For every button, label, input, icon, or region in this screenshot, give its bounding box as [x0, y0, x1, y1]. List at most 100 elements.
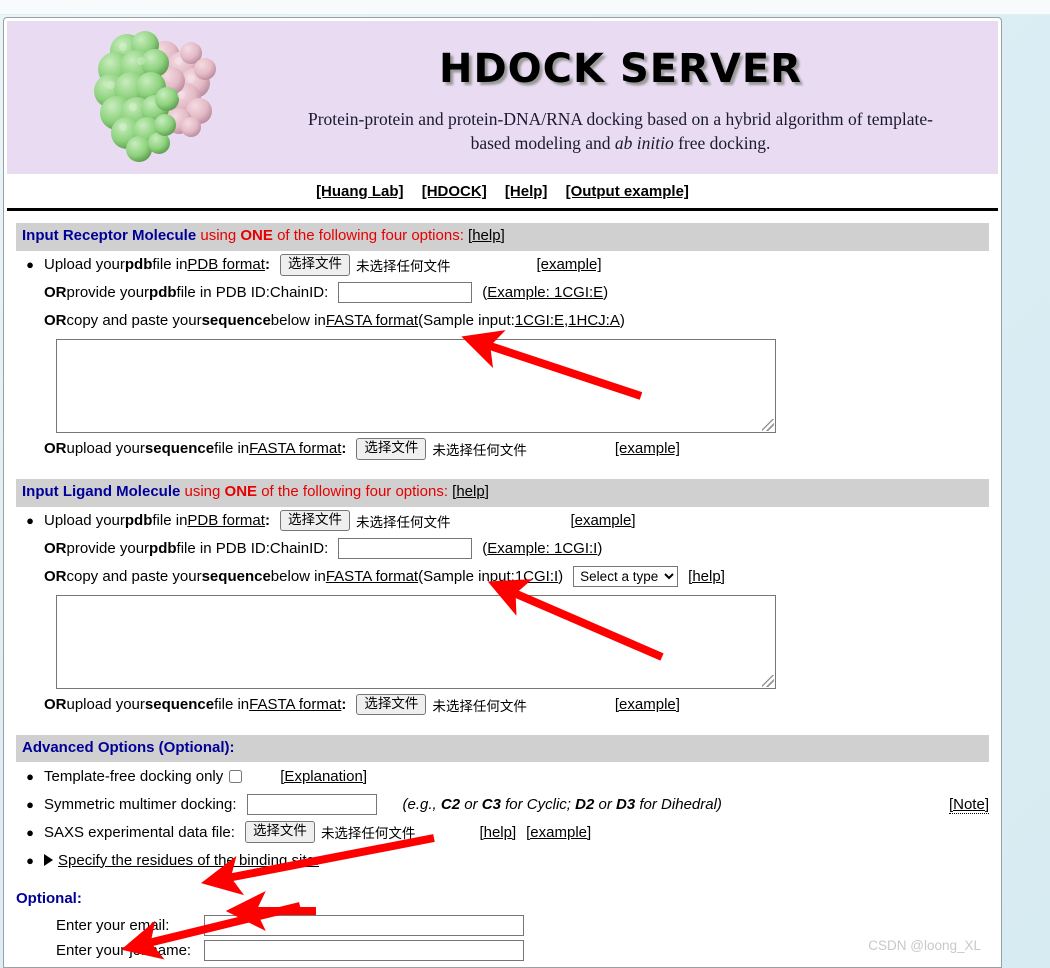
symmetric-hint-or2: or — [594, 795, 617, 813]
site-header-banner: HDOCK SERVER Protein-protein and protein… — [7, 21, 998, 174]
nav-link-help[interactable]: [Help] — [505, 183, 548, 200]
receptor-upseq-pre: upload your — [66, 440, 145, 458]
subtitle-italic: ab initio — [614, 132, 674, 153]
receptor-sample-1cgi-e-link[interactable]: 1CGI:E — [515, 312, 564, 329]
jobname-input[interactable] — [204, 940, 524, 962]
receptor-seq-pre: copy and paste your — [66, 312, 202, 330]
symmetric-note-label: [Note] — [948, 795, 989, 814]
ligand-upload-pdb-row: ● Upload your pdb file in PDB format: 选择… — [16, 507, 989, 535]
symmetric-multimer-label: Symmetric multimer docking: — [44, 795, 237, 813]
ligand-help-link[interactable]: [help] — [452, 483, 489, 500]
saxs-help-label: [help] — [479, 823, 517, 841]
template-free-checkbox[interactable] — [229, 769, 243, 783]
ligand-upseq-or: OR — [44, 696, 67, 713]
ligand-seq-bold: sequence — [201, 568, 271, 585]
nav-link-hdock[interactable]: [HDOCK] — [422, 183, 487, 200]
saxs-label: SAXS experimental data file: — [44, 823, 235, 841]
receptor-upload-colon: : — [264, 256, 270, 274]
binding-site-link[interactable]: Specify the residues of the binding site… — [58, 852, 319, 869]
receptor-help-link[interactable]: [help] — [468, 227, 505, 244]
symmetric-note-link[interactable]: [Note] — [948, 795, 989, 814]
symmetric-hint-c3: C3 — [481, 795, 501, 813]
symmetric-hint-d2: D2 — [575, 795, 595, 813]
saxs-choose-file-button[interactable]: 选择文件 — [244, 821, 315, 844]
receptor-pdb-choose-file-button[interactable]: 选择文件 — [279, 253, 350, 276]
receptor-upseq-colon: : — [341, 440, 347, 458]
ligand-type-help-link[interactable]: [help] — [688, 568, 725, 585]
saxs-help-link[interactable]: [help] — [479, 824, 516, 841]
ligand-pdb-choose-file-button[interactable]: 选择文件 — [279, 509, 350, 532]
jobname-row: Enter your jobname: — [56, 938, 1001, 963]
receptor-pdbid-example-label: Example: 1CGI:E — [487, 284, 604, 302]
ligand-sequence-file-status: 未选择任何文件 — [432, 698, 527, 715]
ligand-upseq-bold: sequence — [144, 696, 215, 713]
page-content-box: HDOCK SERVER Protein-protein and protein… — [3, 17, 1002, 968]
ligand-fasta-format-link[interactable]: FASTA format — [326, 568, 418, 585]
ligand-sequence-example-label: [example] — [614, 696, 680, 713]
receptor-pdbid-mid: file in PDB ID:ChainID: — [176, 284, 329, 302]
ligand-pdbid-input[interactable] — [338, 538, 473, 559]
ligand-seqfile-fasta-link[interactable]: FASTA format — [249, 696, 341, 713]
ligand-sequence-textarea[interactable] — [56, 594, 776, 689]
ligand-sequence-choose-file-button[interactable]: 选择文件 — [356, 693, 427, 716]
receptor-pdbid-row: OR provide your pdb file in PDB ID:Chain… — [16, 279, 989, 307]
symmetric-hint: (e.g., C2 or C3 for Cyclic; D2 or D3 for… — [403, 796, 722, 813]
receptor-pdbid-input[interactable] — [338, 282, 473, 304]
ligand-seq-sample: (Sample input: — [418, 568, 515, 585]
nav-link-huang-lab-label: [Huang Lab] — [316, 183, 404, 200]
ligand-help-link-label: help — [456, 482, 485, 500]
receptor-fasta-format-label: FASTA format — [325, 312, 419, 330]
receptor-sample-1hcj-a-link[interactable]: 1HCJ:A — [568, 312, 620, 329]
receptor-upload-pdb-row: ● Upload your pdb file in PDB format: 选择… — [16, 251, 989, 279]
resize-grip-icon[interactable] — [762, 418, 774, 431]
subtitle-part-2: free docking. — [673, 132, 771, 153]
ligand-sample-1cgi-i-link[interactable]: 1CGI:I — [515, 568, 558, 585]
ligand-type-select[interactable]: Select a type — [573, 566, 679, 587]
receptor-fasta-format-link[interactable]: FASTA format — [326, 312, 418, 329]
ligand-pdb-example-link[interactable]: [example] — [570, 512, 635, 529]
page-root: HDOCK SERVER Protein-protein and protein… — [0, 0, 1050, 968]
receptor-sequence-textarea[interactable] — [56, 338, 776, 433]
receptor-upload-seq-rows: OR upload your sequence file in FASTA fo… — [16, 435, 989, 463]
template-free-explanation-link[interactable]: [Explanation] — [280, 768, 367, 785]
ligand-section-header: Input Ligand Molecule using ONE of the f… — [16, 478, 989, 507]
receptor-pdbid-example-link[interactable]: Example: 1CGI:E — [487, 284, 603, 301]
receptor-pdb-example-link[interactable]: [example] — [536, 256, 601, 273]
ligand-pdbid-bold: pdb — [149, 540, 177, 557]
bullet-icon: ● — [26, 513, 34, 528]
ligand-pdbid-example-link[interactable]: Example: 1CGI:I — [487, 540, 597, 557]
receptor-sequence-example-link[interactable]: [example] — [615, 440, 680, 457]
expand-triangle-icon[interactable] — [44, 854, 53, 867]
bullet-icon: ● — [26, 824, 34, 840]
receptor-seq-mid: below in — [270, 312, 326, 330]
ligand-pdb-file-status: 未选择任何文件 — [355, 514, 451, 531]
template-free-explanation-label: [Explanation] — [280, 767, 367, 785]
email-input[interactable] — [204, 915, 524, 937]
receptor-pdb-format-link[interactable]: PDB format — [187, 256, 265, 273]
ligand-fasta-format-label: FASTA format — [325, 568, 419, 585]
ligand-section-title: Input Ligand Molecule — [22, 482, 181, 500]
receptor-pdbid-pre: provide your — [66, 284, 150, 302]
symmetric-multimer-input[interactable] — [246, 793, 377, 815]
template-free-row: ● Template-free docking only [Explanatio… — [16, 762, 989, 790]
receptor-upseq-or: OR — [44, 440, 67, 458]
receptor-sequence-paste-row: OR copy and paste your sequence below in… — [16, 307, 989, 335]
receptor-rows: ● Upload your pdb file in PDB format: 选择… — [16, 251, 989, 335]
bullet-icon: ● — [26, 852, 34, 868]
ligand-sequence-example-link[interactable]: [example] — [615, 696, 680, 713]
receptor-section-rest: of the following four options: — [272, 227, 469, 244]
nav-link-huang-lab[interactable]: [Huang Lab] — [316, 183, 404, 200]
saxs-example-link[interactable]: [example] — [526, 824, 591, 841]
receptor-seq-or: OR — [44, 312, 67, 330]
receptor-sequence-choose-file-button[interactable]: 选择文件 — [356, 437, 427, 460]
receptor-pdb-format-label: PDB format — [187, 256, 265, 274]
ligand-pdbid-row: OR provide your pdb file in PDB ID:Chain… — [16, 535, 989, 563]
receptor-pdb-file-status: 未选择任何文件 — [355, 258, 451, 275]
receptor-seqfile-fasta-link[interactable]: FASTA format — [249, 440, 341, 457]
receptor-upload-sequence-row: OR upload your sequence file in FASTA fo… — [16, 435, 989, 463]
ligand-pdb-format-link[interactable]: PDB format — [187, 512, 265, 529]
nav-link-output-example[interactable]: [Output example] — [566, 183, 689, 200]
resize-grip-icon[interactable] — [762, 674, 774, 687]
receptor-seqfile-fasta-label: FASTA format — [249, 440, 342, 458]
email-label: Enter your email: — [56, 917, 170, 935]
